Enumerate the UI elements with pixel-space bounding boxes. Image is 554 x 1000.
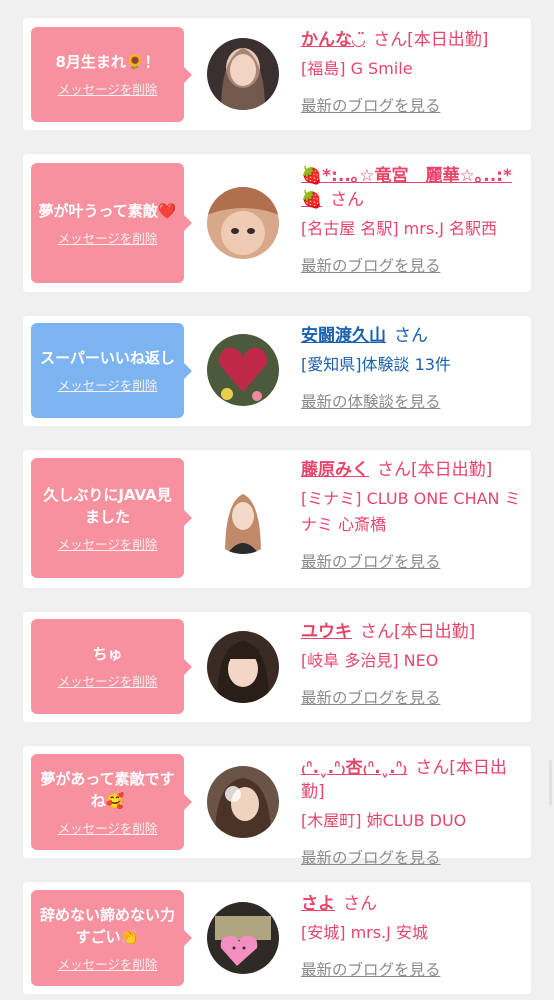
message-bubble: 夢が叶うって素敵❤️ メッセージを削除 xyxy=(31,163,192,283)
shop-info: [岐阜 多治見] NEO xyxy=(301,651,439,670)
profile-name-link[interactable]: ユウキ xyxy=(301,622,352,642)
honorific: さん xyxy=(415,758,450,778)
profile-name-link[interactable]: ₍ᐢ.ˬ.ᐢ₎杏₍ᐢ.ˬ.ᐢ₎ xyxy=(301,758,407,778)
shop-info: [福島] G Smile xyxy=(301,59,413,78)
message-text: 夢が叶うって素敵❤️ xyxy=(38,201,177,220)
message-bubble: 8月生まれ🌻！ メッセージを削除 xyxy=(31,27,192,122)
profile-info: さよ さん [安城] mrs.J 安城 最新のブログを見る xyxy=(301,892,529,980)
latest-blog-link[interactable]: 最新のブログを見る xyxy=(301,550,529,572)
avatar[interactable] xyxy=(207,187,279,259)
profile-name-link[interactable]: 安闘渡久山 xyxy=(301,326,386,346)
message-bubble: 久しぶりにJAVA見ました メッセージを削除 xyxy=(31,458,192,578)
shop-info: [名古屋 名駅] mrs.J 名駅西 xyxy=(301,219,498,238)
profile-name-link[interactable]: かんな◡̈ xyxy=(301,30,365,50)
status-badge: [本日出勤] xyxy=(407,30,489,50)
status-badge: [本日出勤] xyxy=(394,622,476,642)
message-text: 8月生まれ🌻！ xyxy=(55,53,160,71)
delete-message-link[interactable]: メッセージを削除 xyxy=(58,671,158,690)
delete-message-link[interactable]: メッセージを削除 xyxy=(58,818,158,837)
profile-info: 🍓*:..｡☆竜宮 麗華☆｡..:*🍓 さん [名古屋 名駅] mrs.J 名駅西… xyxy=(301,164,529,276)
shop-info: [安城] mrs.J 安城 xyxy=(301,923,428,942)
honorific: さん xyxy=(330,190,365,210)
avatar[interactable] xyxy=(207,482,279,554)
message-card: 夢があって素敵ですね🥰 メッセージを削除 ₍ᐢ.ˬ.ᐢ₎杏₍ᐢ.ˬ.ᐢ₎ さん[本… xyxy=(23,746,531,867)
message-bubble: スーパーいいね返し メッセージを削除 xyxy=(31,323,192,418)
shop-info: [愛知県]体験談 13件 xyxy=(301,355,451,374)
latest-blog-link[interactable]: 最新のブログを見る xyxy=(301,958,529,980)
honorific: さん xyxy=(373,30,408,50)
message-card: ちゅ メッセージを削除 ユウキ さん[本日出勤] [岐阜 多治見] NEO 最新の… xyxy=(23,612,531,722)
avatar[interactable] xyxy=(207,334,279,406)
message-bubble: 辞めない諦めない力すごい👏 メッセージを削除 xyxy=(31,890,192,986)
avatar[interactable] xyxy=(207,766,279,838)
honorific: さん xyxy=(360,622,394,642)
message-card: 夢が叶うって素敵❤️ メッセージを削除 🍓*:..｡☆竜宮 麗華☆｡..:*🍓 さ… xyxy=(23,154,531,292)
message-text: 久しぶりにJAVA見ました xyxy=(43,485,172,526)
profile-info: かんな◡̈ さん[本日出勤] [福島] G Smile 最新のブログを見る xyxy=(301,28,529,116)
message-card: 久しぶりにJAVA見ました メッセージを削除 藤原みく さん[本日出勤] [ミナミ… xyxy=(23,450,531,588)
profile-name-link[interactable]: さよ xyxy=(301,894,335,914)
delete-message-link[interactable]: メッセージを削除 xyxy=(58,79,158,98)
latest-experience-link[interactable]: 最新の体験談を見る xyxy=(301,390,529,412)
message-card: 8月生まれ🌻！ メッセージを削除 かんな◡̈ さん[本日出勤] [福島] G Sm… xyxy=(23,18,531,130)
shop-info: [木屋町] 姉CLUB DUO xyxy=(301,811,467,830)
message-bubble: 夢があって素敵ですね🥰 メッセージを削除 xyxy=(31,754,192,850)
honorific: さん xyxy=(343,894,377,914)
message-text: 辞めない諦めない力すごい👏 xyxy=(39,905,175,946)
message-bubble: ちゅ メッセージを削除 xyxy=(31,619,192,714)
message-text: 夢があって素敵ですね🥰 xyxy=(40,769,175,810)
avatar[interactable] xyxy=(207,631,279,703)
profile-info: ₍ᐢ.ˬ.ᐢ₎杏₍ᐢ.ˬ.ᐢ₎ さん[本日出勤] [木屋町] 姉CLUB DUO … xyxy=(301,756,529,868)
delete-message-link[interactable]: メッセージを削除 xyxy=(58,534,158,553)
message-text: ちゅ xyxy=(92,645,123,663)
avatar[interactable] xyxy=(207,902,279,974)
profile-info: ユウキ さん[本日出勤] [岐阜 多治見] NEO 最新のブログを見る xyxy=(301,620,529,708)
delete-message-link[interactable]: メッセージを削除 xyxy=(58,375,158,394)
status-badge: [本日出勤] xyxy=(411,460,493,480)
message-text: スーパーいいね返し xyxy=(40,349,175,367)
avatar[interactable] xyxy=(207,38,279,110)
scrollbar-indicator[interactable] xyxy=(549,760,552,805)
profile-info: 安闘渡久山 さん [愛知県]体験談 13件 最新の体験談を見る xyxy=(301,324,529,412)
latest-blog-link[interactable]: 最新のブログを見る xyxy=(301,254,529,276)
latest-blog-link[interactable]: 最新のブログを見る xyxy=(301,846,529,868)
honorific: さん xyxy=(394,326,428,346)
latest-blog-link[interactable]: 最新のブログを見る xyxy=(301,94,529,116)
delete-message-link[interactable]: メッセージを削除 xyxy=(58,954,158,973)
profile-info: 藤原みく さん[本日出勤] [ミナミ] CLUB ONE CHAN ミナミ 心斎橋… xyxy=(301,458,529,572)
message-card: 辞めない諦めない力すごい👏 メッセージを削除 さよ さん [安城] mrs.J 安… xyxy=(23,882,531,994)
honorific: さん xyxy=(377,460,411,480)
message-card: スーパーいいね返し メッセージを削除 安闘渡久山 さん [愛知県]体験談 13件 … xyxy=(23,316,531,426)
delete-message-link[interactable]: メッセージを削除 xyxy=(58,228,158,247)
shop-info: [ミナミ] CLUB ONE CHAN ミナミ 心斎橋 xyxy=(301,489,521,534)
profile-name-link[interactable]: 藤原みく xyxy=(301,460,369,480)
latest-blog-link[interactable]: 最新のブログを見る xyxy=(301,686,529,708)
